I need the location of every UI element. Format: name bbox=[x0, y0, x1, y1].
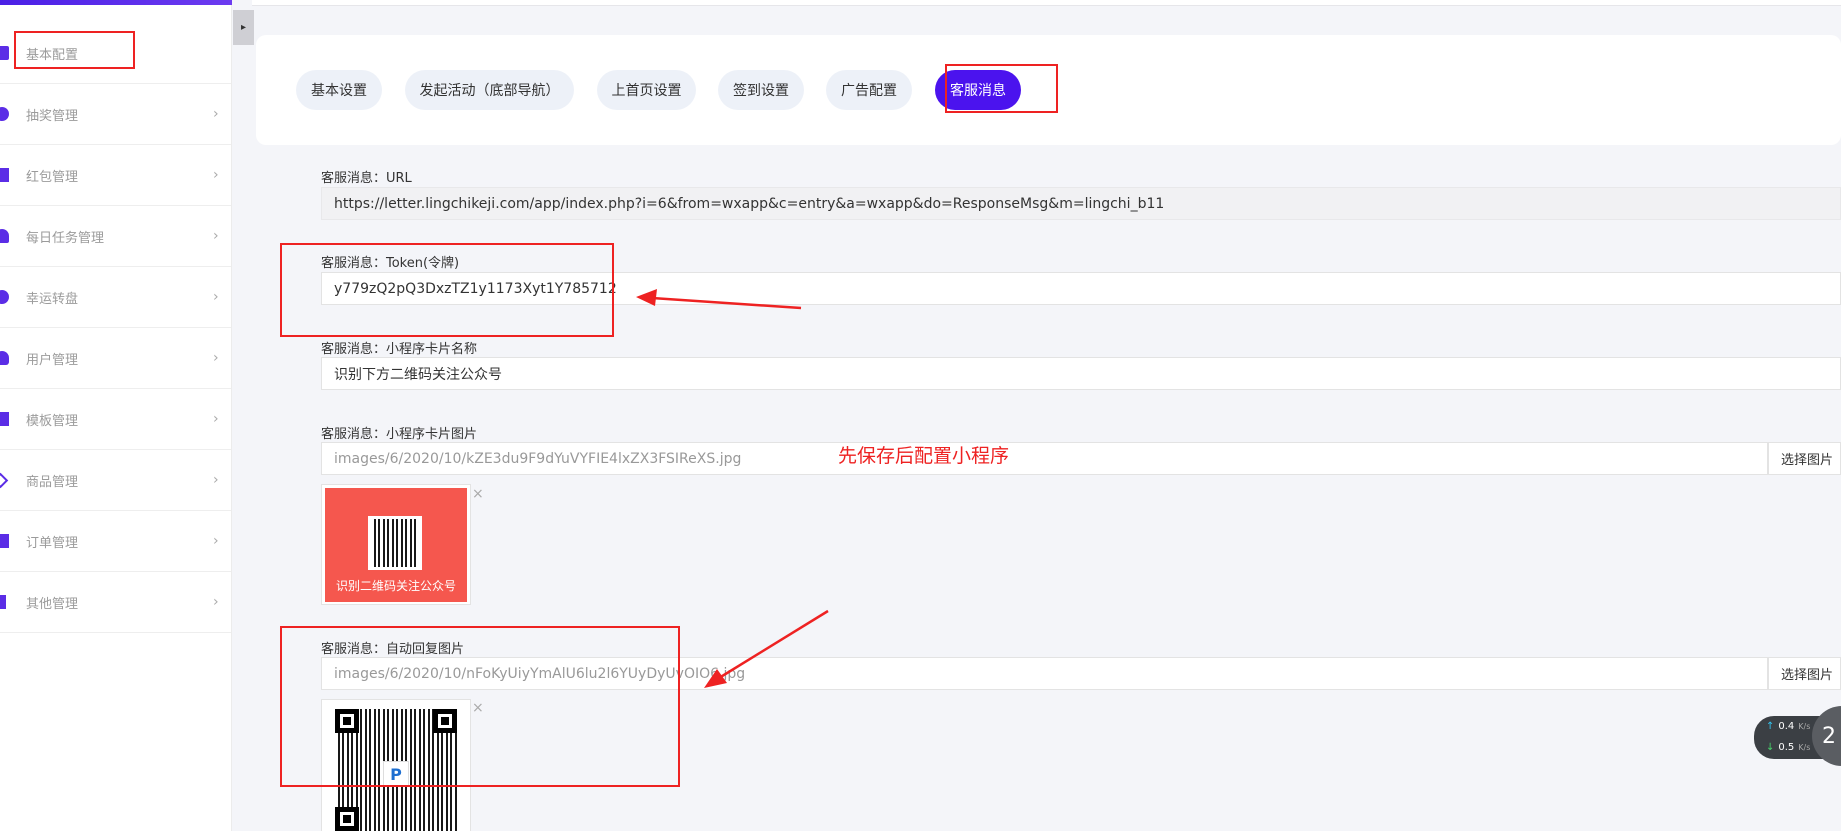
tab-label: 广告配置 bbox=[841, 83, 897, 99]
sidebar-item-label: 每日任务管理 bbox=[26, 230, 105, 246]
qr-pattern bbox=[371, 519, 419, 567]
sidebar-item-label: 模板管理 bbox=[26, 413, 79, 429]
sidebar-item-lottery[interactable]: 抽奖管理 › bbox=[0, 84, 231, 145]
sidebar-item-goods[interactable]: 商品管理 › bbox=[0, 450, 231, 511]
annotation-box-token bbox=[280, 243, 614, 337]
sidebar-collapse-button[interactable]: ▸ bbox=[233, 10, 254, 45]
sidebar-item-label: 幸运转盘 bbox=[26, 291, 79, 307]
sidebar-item-daily-task[interactable]: 每日任务管理 › bbox=[0, 206, 231, 267]
sidebar-item-templates[interactable]: 模板管理 › bbox=[0, 389, 231, 450]
card-image-path-field[interactable]: images/6/2020/10/kZE3du9F9dYuVYFIE4lxZX3… bbox=[321, 442, 1768, 475]
task-icon bbox=[0, 229, 9, 243]
goods-icon bbox=[0, 472, 9, 488]
annotation-note: 先保存后配置小程序 bbox=[838, 445, 1010, 467]
tab-label: 签到设置 bbox=[733, 83, 789, 99]
card-image-preview: 识别二维码关注公众号 bbox=[325, 488, 467, 602]
tab-checkin-settings[interactable]: 签到设置 bbox=[718, 70, 804, 110]
upload-unit: K/s bbox=[1798, 722, 1811, 731]
top-header-strip bbox=[252, 0, 1841, 6]
check-square-icon bbox=[0, 46, 9, 60]
download-unit: K/s bbox=[1798, 743, 1811, 752]
chevron-right-icon: › bbox=[213, 472, 219, 488]
tab-homepage-settings[interactable]: 上首页设置 bbox=[597, 70, 696, 110]
tab-label: 发起活动（底部导航） bbox=[419, 83, 560, 99]
tab-launch-activity[interactable]: 发起活动（底部导航） bbox=[405, 70, 574, 110]
url-label: 客服消息：URL bbox=[321, 171, 412, 186]
pie-icon bbox=[0, 107, 9, 121]
sidebar-item-lucky-wheel[interactable]: 幸运转盘 › bbox=[0, 267, 231, 328]
sidebar-item-label: 其他管理 bbox=[26, 596, 79, 612]
card-name-value: 识别下方二维码关注公众号 bbox=[334, 366, 502, 383]
sidebar-item-label: 红包管理 bbox=[26, 169, 79, 185]
chevron-right-icon: › bbox=[213, 533, 219, 549]
caret-right-icon: ▸ bbox=[240, 22, 247, 33]
annotation-box-auto-reply bbox=[280, 626, 680, 787]
annotation-box-sidebar bbox=[14, 31, 135, 69]
chevron-right-icon: › bbox=[213, 228, 219, 244]
select-image-label: 选择图片 bbox=[1781, 453, 1834, 468]
sidebar-item-others[interactable]: 其他管理 › bbox=[0, 572, 231, 633]
annotation-box-tab bbox=[945, 64, 1058, 113]
sidebar-top-bar bbox=[0, 0, 232, 5]
list-icon bbox=[0, 595, 6, 609]
url-value: https://letter.lingchikeji.com/app/index… bbox=[334, 195, 1165, 212]
card-image-label: 客服消息：小程序卡片图片 bbox=[321, 427, 478, 442]
chevron-right-icon: › bbox=[213, 594, 219, 610]
remove-card-image-icon[interactable]: × bbox=[472, 486, 484, 502]
download-arrow-icon: ↓ bbox=[1766, 742, 1775, 753]
upload-arrow-icon: ↑ bbox=[1766, 721, 1775, 732]
sidebar-item-users[interactable]: 用户管理 › bbox=[0, 328, 231, 389]
sidebar-item-label: 抽奖管理 bbox=[26, 108, 79, 124]
card-name-label: 客服消息：小程序卡片名称 bbox=[321, 342, 478, 357]
card-image-select-button[interactable]: 选择图片 bbox=[1768, 442, 1841, 475]
download-speed: 0.5 bbox=[1778, 742, 1795, 753]
tab-label: 基本设置 bbox=[311, 83, 367, 99]
chevron-right-icon: › bbox=[213, 289, 219, 305]
template-icon bbox=[0, 412, 9, 426]
card-image-thumbnail: 识别二维码关注公众号 bbox=[321, 484, 471, 605]
card-image-caption: 识别二维码关注公众号 bbox=[335, 579, 456, 593]
tab-ad-config[interactable]: 广告配置 bbox=[826, 70, 912, 110]
wheel-icon bbox=[0, 290, 9, 304]
user-icon bbox=[0, 351, 9, 365]
chevron-right-icon: › bbox=[213, 106, 219, 122]
sidebar-item-orders[interactable]: 订单管理 › bbox=[0, 511, 231, 572]
tab-label: 上首页设置 bbox=[611, 83, 682, 99]
select-image-label: 选择图片 bbox=[1781, 668, 1834, 683]
auto-reply-select-button[interactable]: 选择图片 bbox=[1768, 657, 1841, 690]
tab-basic-settings[interactable]: 基本设置 bbox=[296, 70, 382, 110]
sidebar-item-label: 商品管理 bbox=[26, 474, 79, 490]
card-image-path: images/6/2020/10/kZE3du9F9dYuVYFIE4lxZX3… bbox=[334, 450, 742, 467]
card-name-field[interactable]: 识别下方二维码关注公众号 bbox=[321, 357, 1841, 390]
qr-finder bbox=[335, 807, 359, 831]
upload-speed: 0.4 bbox=[1778, 721, 1795, 732]
sidebar-item-label: 用户管理 bbox=[26, 352, 79, 368]
url-field[interactable]: https://letter.lingchikeji.com/app/index… bbox=[321, 187, 1841, 220]
sidebar-item-label: 订单管理 bbox=[26, 535, 79, 551]
floating-ball-value: 2 bbox=[1822, 723, 1836, 749]
red-packet-icon bbox=[0, 168, 9, 182]
chevron-right-icon: › bbox=[213, 167, 219, 183]
sidebar-item-red-packet[interactable]: 红包管理 › bbox=[0, 145, 231, 206]
order-icon bbox=[0, 534, 9, 548]
sidebar: 基本配置 抽奖管理 › 红包管理 › 每日任务管理 › 幸运转盘 › 用户管理 … bbox=[0, 0, 232, 831]
small-qr-code bbox=[368, 516, 422, 570]
chevron-right-icon: › bbox=[213, 411, 219, 427]
chevron-right-icon: › bbox=[213, 350, 219, 366]
